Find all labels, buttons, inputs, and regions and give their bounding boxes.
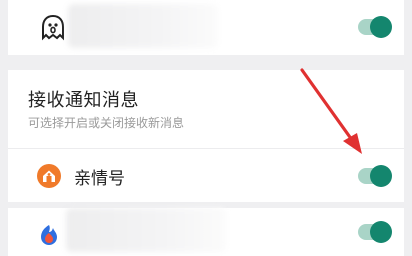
annotation-arrow-icon <box>300 68 362 154</box>
